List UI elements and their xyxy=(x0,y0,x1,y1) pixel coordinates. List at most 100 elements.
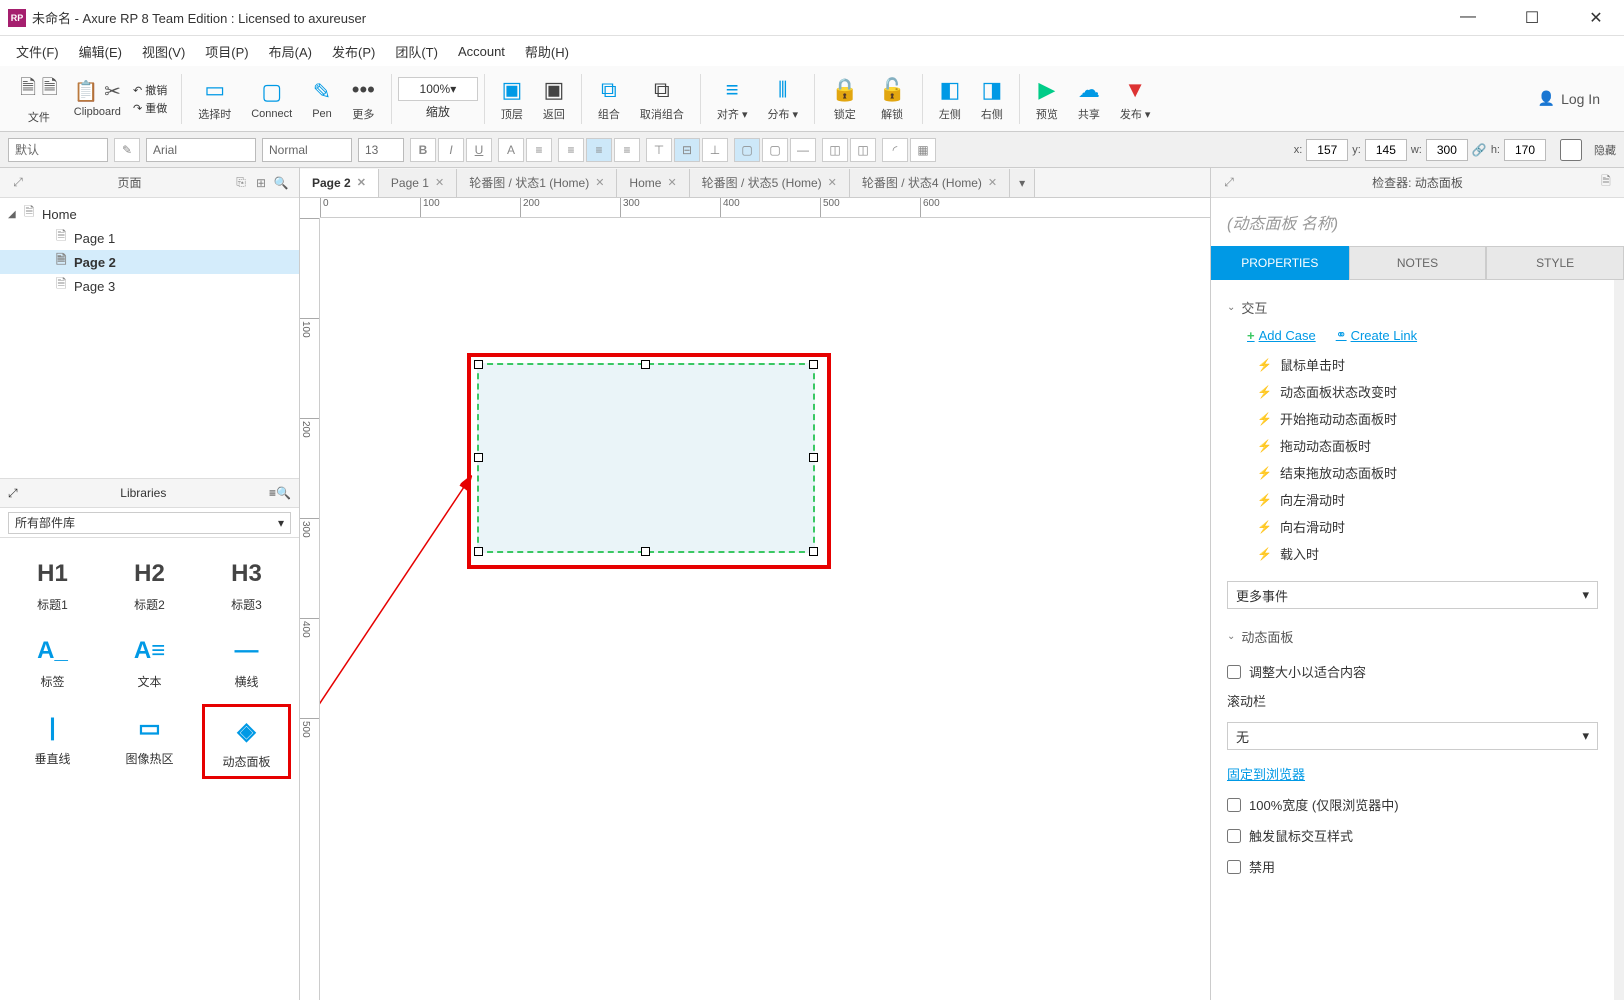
left-panel-icon[interactable]: ◧ xyxy=(939,76,960,104)
font-combo[interactable]: Arial xyxy=(146,138,256,162)
interaction-event[interactable]: ⚡鼠标单击时 xyxy=(1227,351,1598,378)
weight-combo[interactable]: Normal xyxy=(262,138,352,162)
bold-button[interactable]: B xyxy=(410,138,436,162)
distribute-icon[interactable]: ⫴ xyxy=(778,76,787,104)
library-widget[interactable]: H2标题2 xyxy=(105,550,194,619)
zoom-select[interactable]: 100% ▾ xyxy=(398,77,478,101)
menu-arrange[interactable]: 布局(A) xyxy=(261,38,320,65)
page-tree-item[interactable]: 🗎Page 2 xyxy=(0,250,299,274)
library-widget[interactable]: H1标题1 xyxy=(8,550,97,619)
page-tree-item[interactable]: 🗎Page 1 xyxy=(0,226,299,250)
menu-team[interactable]: 团队(T) xyxy=(387,38,446,65)
style-tab[interactable]: STYLE xyxy=(1486,246,1624,280)
share-icon[interactable]: ☁ xyxy=(1078,76,1100,104)
front-icon[interactable]: ▣ xyxy=(501,76,522,104)
page-tree-item[interactable]: 🗎Page 3 xyxy=(0,274,299,298)
lib-menu-icon[interactable]: ≡ xyxy=(269,486,276,500)
valign-middle-button[interactable]: ⊟ xyxy=(674,138,700,162)
close-tab-icon[interactable]: ✕ xyxy=(828,176,837,189)
style-edit-icon[interactable]: ✎ xyxy=(114,138,140,162)
publish-icon[interactable]: ▼ xyxy=(1124,76,1146,104)
library-widget[interactable]: |垂直线 xyxy=(8,704,97,779)
align-left-button[interactable]: ≡ xyxy=(558,138,584,162)
canvas-tab[interactable]: Home✕ xyxy=(617,169,689,197)
preview-icon[interactable]: ▶ xyxy=(1038,76,1055,104)
search-pages-icon[interactable]: 🔍 xyxy=(271,176,291,190)
interactions-section[interactable]: ⌄交互 xyxy=(1227,294,1598,321)
style-combo[interactable]: 默认 xyxy=(8,138,108,162)
border-button[interactable]: ▢ xyxy=(762,138,788,162)
lib-collapse-icon[interactable]: ⤢ xyxy=(8,486,18,501)
dynamic-panel-widget[interactable] xyxy=(477,363,815,553)
maximize-button[interactable]: ☐ xyxy=(1512,8,1552,28)
lib-search-icon[interactable]: 🔍 xyxy=(276,486,291,500)
canvas-tab[interactable]: 轮番图 / 状态4 (Home)✕ xyxy=(850,169,1010,197)
close-tab-icon[interactable]: ✕ xyxy=(595,176,604,189)
clipboard-icons[interactable]: 📋 ✂ xyxy=(74,79,121,104)
scrollbar-combo[interactable]: 无▾ xyxy=(1227,722,1598,750)
canvas-tab[interactable]: Page 1✕ xyxy=(379,169,457,197)
right-panel-icon[interactable]: ◨ xyxy=(981,76,1002,104)
interaction-event[interactable]: ⚡动态面板状态改变时 xyxy=(1227,378,1598,405)
close-button[interactable]: ✕ xyxy=(1576,8,1616,28)
align-right-button[interactable]: ≡ xyxy=(614,138,640,162)
file-icons[interactable]: 🗎 🗎 xyxy=(20,73,58,107)
unlock-icon[interactable]: 🔓 xyxy=(878,76,905,104)
w-input[interactable] xyxy=(1426,139,1468,161)
properties-tab[interactable]: PROPERTIES xyxy=(1211,246,1349,280)
interaction-event[interactable]: ⚡向右滑动时 xyxy=(1227,513,1598,540)
menu-view[interactable]: 视图(V) xyxy=(134,38,193,65)
library-select[interactable]: 所有部件库▾ xyxy=(8,512,291,534)
redo-button[interactable]: ↷ 重做 xyxy=(133,100,167,116)
menu-help[interactable]: 帮助(H) xyxy=(517,38,577,65)
login-button[interactable]: 👤 Log In xyxy=(1538,90,1612,107)
library-widget[interactable]: A_标签 xyxy=(8,627,97,696)
text-color-button[interactable]: A xyxy=(498,138,524,162)
disabled-checkbox[interactable] xyxy=(1227,860,1241,874)
outer-shadow-button[interactable]: ◫ xyxy=(822,138,848,162)
interaction-event[interactable]: ⚡结束拖放动态面板时 xyxy=(1227,459,1598,486)
page-tree-item[interactable]: ◢🗎Home xyxy=(0,202,299,226)
x-input[interactable] xyxy=(1306,139,1348,161)
interaction-event[interactable]: ⚡向左滑动时 xyxy=(1227,486,1598,513)
more-events-combo[interactable]: 更多事件▾ xyxy=(1227,581,1598,609)
back-icon[interactable]: ▣ xyxy=(543,76,564,104)
full-width-checkbox[interactable] xyxy=(1227,798,1241,812)
collapse-icon[interactable]: ⤢ xyxy=(8,175,28,190)
add-page-icon[interactable]: ⊞ xyxy=(251,176,271,190)
connect-icon[interactable]: ▢ xyxy=(261,78,282,106)
library-widget[interactable]: ▭图像热区 xyxy=(105,704,194,779)
inspector-note-icon[interactable]: 🗎 xyxy=(1596,172,1616,193)
close-tab-icon[interactable]: ✕ xyxy=(667,176,676,189)
fill-button[interactable]: ▢ xyxy=(734,138,760,162)
size-combo[interactable]: 13 xyxy=(358,138,404,162)
align-center-button[interactable]: ≡ xyxy=(586,138,612,162)
corner-button[interactable]: ◜ xyxy=(882,138,908,162)
library-widget[interactable]: —横线 xyxy=(202,627,291,696)
canvas-tab[interactable]: 轮番图 / 状态5 (Home)✕ xyxy=(690,169,850,197)
undo-button[interactable]: ↶ 撤销 xyxy=(133,82,167,98)
pin-browser-link[interactable]: 固定到浏览器 xyxy=(1227,767,1305,782)
ungroup-icon[interactable]: ⧉ xyxy=(654,76,670,104)
library-widget[interactable]: ◈动态面板 xyxy=(202,704,291,779)
h-input[interactable] xyxy=(1504,139,1546,161)
valign-bottom-button[interactable]: ⊥ xyxy=(702,138,728,162)
bullets-button[interactable]: ≡ xyxy=(526,138,552,162)
library-widget[interactable]: H3标题3 xyxy=(202,550,291,619)
close-tab-icon[interactable]: ✕ xyxy=(988,176,997,189)
interaction-event[interactable]: ⚡拖动动态面板时 xyxy=(1227,432,1598,459)
interaction-event[interactable]: ⚡载入时 xyxy=(1227,540,1598,567)
create-link[interactable]: ⚭Create Link xyxy=(1336,327,1417,343)
underline-button[interactable]: U xyxy=(466,138,492,162)
fit-content-checkbox[interactable] xyxy=(1227,665,1241,679)
interaction-event[interactable]: ⚡开始拖动动态面板时 xyxy=(1227,405,1598,432)
menu-account[interactable]: Account xyxy=(450,40,513,63)
group-icon[interactable]: ⧉ xyxy=(601,76,617,104)
library-widget[interactable]: A≡文本 xyxy=(105,627,194,696)
more-icon[interactable]: ••• xyxy=(352,76,375,104)
menu-edit[interactable]: 编辑(E) xyxy=(71,38,130,65)
padding-button[interactable]: ▦ xyxy=(910,138,936,162)
line-style-button[interactable]: — xyxy=(790,138,816,162)
canvas-tab[interactable]: 轮番图 / 状态1 (Home)✕ xyxy=(457,169,617,197)
select-icon[interactable]: ▭ xyxy=(204,76,225,104)
